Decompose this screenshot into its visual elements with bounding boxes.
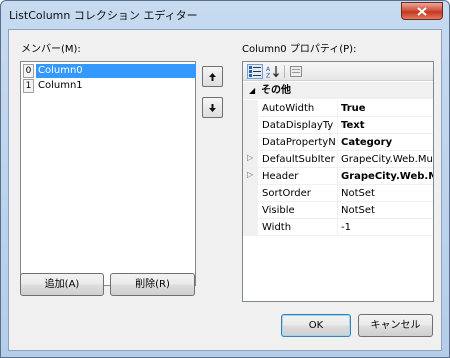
toolbar-separator [284,65,285,78]
property-value[interactable]: True [341,100,433,117]
add-button[interactable]: 追加(A) [20,273,104,296]
column-divider[interactable] [337,168,338,185]
property-value[interactable]: -1 [341,219,433,236]
members-list[interactable]: 0 Column0 1 Column1 [20,61,196,286]
svg-text:Z: Z [266,73,270,79]
dialog-body: メンバー(M): Column0 プロパティ(P): 0 Column0 1 C… [8,29,442,351]
arrow-up-icon [209,72,216,81]
row-gutter [243,134,258,151]
property-row[interactable]: Width -1 [243,219,433,236]
property-row[interactable]: DataPropertyN Category [243,134,433,151]
row-gutter [243,100,258,117]
property-row[interactable]: Visible NotSet [243,202,433,219]
member-name: Column1 [38,80,83,91]
property-name: SortOrder [262,188,311,199]
property-name: Header [262,171,299,182]
expand-icon[interactable]: ▷ [247,170,253,179]
property-name: DataPropertyN [262,137,336,148]
sort-alphabetical-icon: A Z [266,66,279,79]
move-down-button[interactable] [202,97,223,118]
list-item[interactable]: 1 Column1 [23,79,195,93]
title-bar[interactable]: ListColumn コレクション エディター [1,1,449,29]
collapse-icon[interactable]: ◢ [249,82,255,99]
category-row[interactable]: ◢ その他 [243,82,433,99]
column-divider[interactable] [337,134,338,151]
member-index: 1 [23,79,34,93]
row-gutter [243,185,258,202]
category-label: その他 [261,85,291,96]
property-value[interactable]: GrapeCity.Web.Multi [341,168,433,185]
move-up-button[interactable] [202,66,223,87]
column-divider[interactable] [337,117,338,134]
property-row[interactable]: ▷ DefaultSubIter GrapeCity.Web.MultiR [243,151,433,168]
property-pages-button[interactable] [288,64,304,79]
property-row[interactable]: ▷ Header GrapeCity.Web.Multi [243,168,433,185]
column-divider[interactable] [337,100,338,117]
property-name: Width [262,222,292,233]
ok-button[interactable]: OK [281,314,351,337]
categorized-button[interactable] [247,64,263,79]
property-grid-toolbar: A Z [243,62,433,81]
list-item[interactable]: 0 Column0 [23,64,196,78]
property-value[interactable]: NotSet [341,202,433,219]
property-row[interactable]: DataDisplayTy Text [243,117,433,134]
row-gutter [243,219,258,236]
collection-editor-window: ListColumn コレクション エディター メンバー(M): Column0… [0,0,450,358]
window-title: ListColumn コレクション エディター [9,9,198,22]
column-divider[interactable] [337,219,338,236]
property-pages-icon [290,66,302,77]
expand-icon[interactable]: ▷ [247,153,253,162]
categorized-icon [249,66,261,77]
column-divider[interactable] [337,202,338,219]
remove-button[interactable]: 削除(R) [110,273,195,296]
property-grid[interactable]: A Z ◢ その他 AutoWidth True DataDisplayTy T… [242,61,434,302]
property-value[interactable]: Category [341,134,433,151]
property-value[interactable]: Text [341,117,433,134]
arrow-down-icon [209,103,216,112]
property-name: DataDisplayTy [262,120,334,131]
row-gutter [243,117,258,134]
close-button[interactable] [401,2,443,20]
close-icon [417,6,427,16]
member-name: Column0 [36,64,196,78]
property-row[interactable]: AutoWidth True [243,100,433,117]
alphabetical-button[interactable]: A Z [265,64,281,79]
row-gutter: ▷ [243,151,258,168]
property-name: AutoWidth [262,103,315,114]
column-divider[interactable] [337,151,338,168]
column-divider[interactable] [337,185,338,202]
property-name: Visible [262,205,295,216]
row-gutter [243,202,258,219]
members-label: メンバー(M): [21,44,81,55]
properties-label: Column0 プロパティ(P): [242,44,357,55]
row-gutter: ▷ [243,168,258,185]
property-row[interactable]: SortOrder NotSet [243,185,433,202]
property-name: DefaultSubIter [262,154,335,165]
cancel-button[interactable]: キャンセル [358,314,433,337]
property-value[interactable]: NotSet [341,185,433,202]
member-index: 0 [23,64,34,78]
property-value[interactable]: GrapeCity.Web.MultiR [341,151,433,168]
